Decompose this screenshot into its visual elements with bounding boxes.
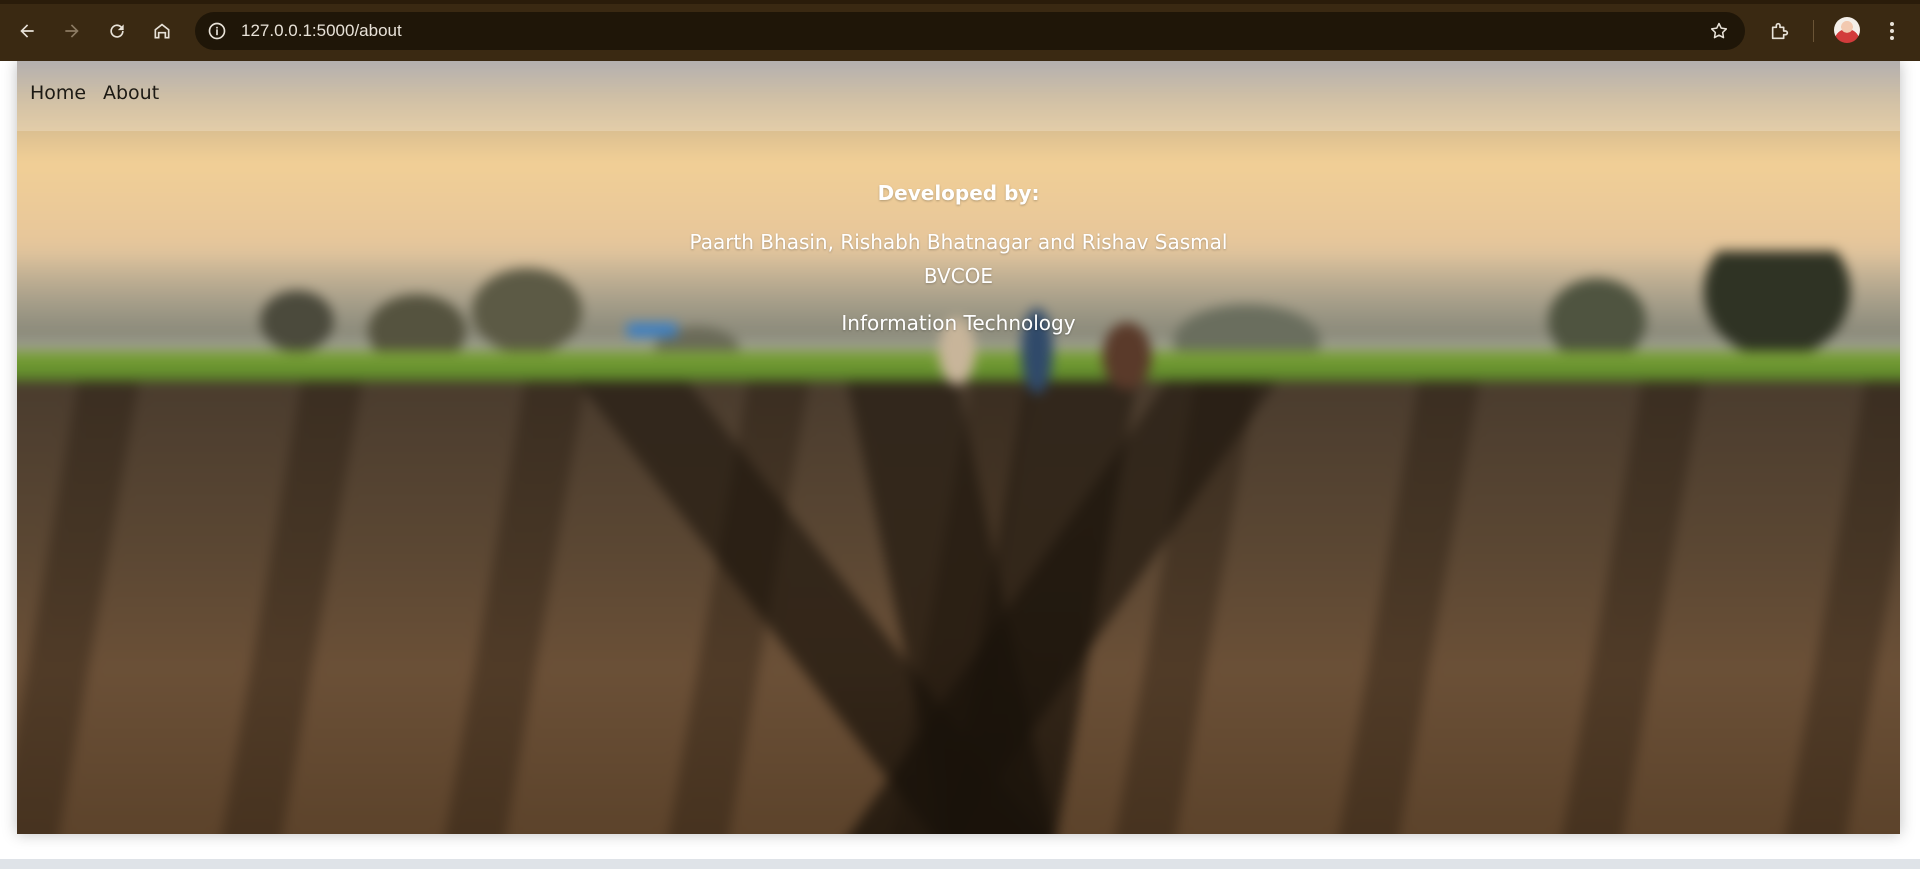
site-navbar: Home About <box>17 61 1900 131</box>
department-name: Information Technology <box>841 311 1076 335</box>
star-icon <box>1710 22 1728 39</box>
tab-strip-edge <box>0 0 1920 4</box>
nav-link-about[interactable]: About <box>103 82 159 104</box>
about-content: Developed by: Paarth Bhasin, Rishabh Bha… <box>17 181 1900 335</box>
farm-background-image <box>17 61 1900 834</box>
college-name: BVCOE <box>923 264 994 288</box>
hero-section: Home About Developed by: Paarth Bhasin, … <box>17 61 1900 834</box>
url-text[interactable]: 127.0.0.1:5000/about <box>241 12 402 50</box>
avatar[interactable] <box>1834 17 1860 43</box>
page-viewport: Home About Developed by: Paarth Bhasin, … <box>0 61 1920 869</box>
developer-names: Paarth Bhasin, Rishabh Bhatnagar and Ris… <box>689 230 1228 254</box>
browser-toolbar: 127.0.0.1:5000/about <box>0 0 1920 61</box>
bookmark-button[interactable] <box>1707 19 1731 43</box>
toolbar-divider <box>1813 20 1814 42</box>
extensions-button[interactable] <box>1765 16 1795 46</box>
next-section-edge <box>0 859 1920 869</box>
back-button[interactable] <box>10 14 44 48</box>
home-icon <box>154 23 170 39</box>
arrow-left-icon <box>20 24 34 38</box>
kebab-menu-icon <box>1890 22 1894 40</box>
arrow-right-icon <box>65 24 79 38</box>
address-bar[interactable]: 127.0.0.1:5000/about <box>195 12 1745 50</box>
developed-by-heading: Developed by: <box>877 181 1040 205</box>
site-info-button[interactable] <box>205 19 229 43</box>
nav-link-home[interactable]: Home <box>30 82 86 104</box>
home-button[interactable] <box>145 14 179 48</box>
browser-menu-button[interactable] <box>1880 16 1904 46</box>
info-icon <box>208 22 226 40</box>
forward-button[interactable] <box>55 14 89 48</box>
reload-icon <box>110 24 124 38</box>
puzzle-icon <box>1771 22 1789 40</box>
reload-button[interactable] <box>100 14 134 48</box>
